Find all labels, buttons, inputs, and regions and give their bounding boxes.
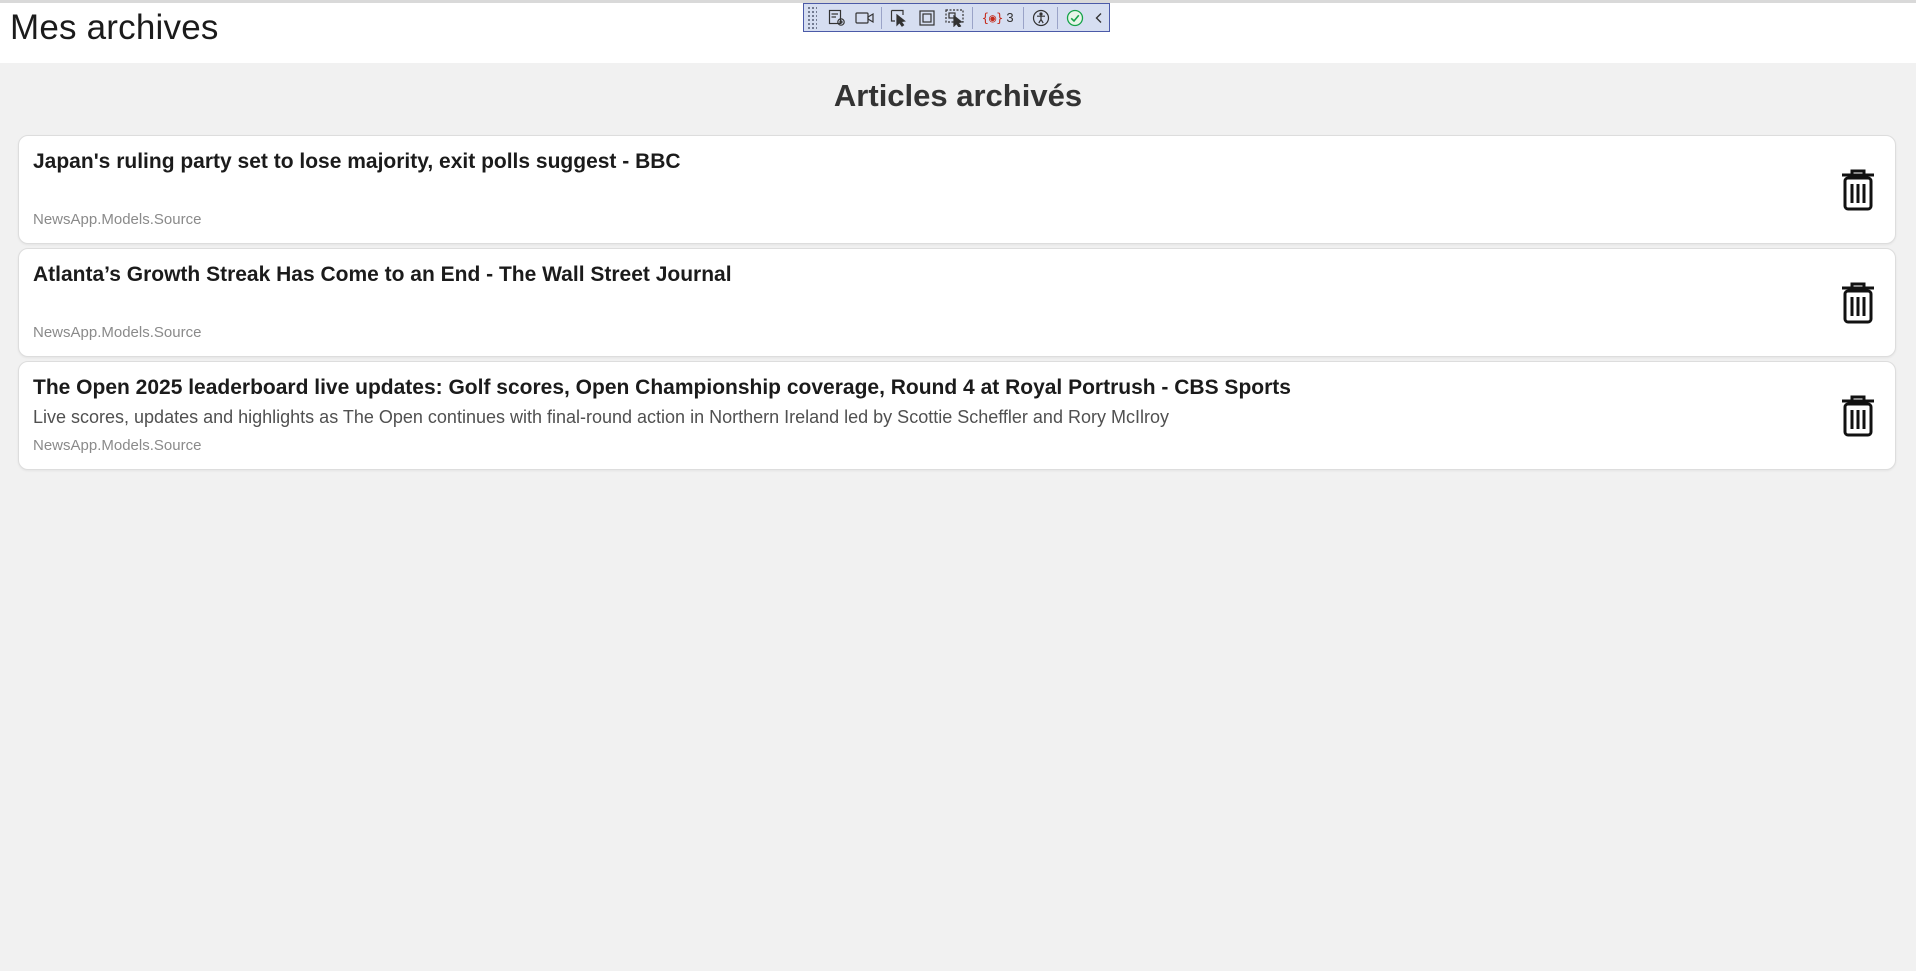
article-source: NewsApp.Models.Source xyxy=(33,211,202,228)
binding-failures-counter[interactable]: {◉} 3 xyxy=(976,10,1020,25)
binding-error-icon: {◉} xyxy=(981,10,1004,25)
article-description: Live scores, updates and highlights as T… xyxy=(33,407,1169,427)
trash-icon xyxy=(1842,282,1874,324)
track-focused-element-icon[interactable] xyxy=(941,5,969,30)
app-title: Mes archives xyxy=(10,8,219,47)
delete-article-button[interactable] xyxy=(1837,167,1879,213)
binding-error-count: 3 xyxy=(1006,10,1014,25)
trash-icon xyxy=(1842,169,1874,211)
article-card[interactable]: The Open 2025 leaderboard live updates: … xyxy=(18,361,1896,470)
collapse-toolbar-chevron-icon[interactable] xyxy=(1089,5,1109,30)
hot-reload-ok-icon[interactable] xyxy=(1061,5,1089,30)
toolbar-grip-handle[interactable] xyxy=(807,6,817,29)
video-camera-icon[interactable] xyxy=(851,5,879,30)
article-card[interactable]: Japan's ruling party set to lose majorit… xyxy=(18,135,1896,244)
delete-article-button[interactable] xyxy=(1837,280,1879,326)
trash-icon xyxy=(1842,395,1874,437)
toolbar-separator xyxy=(1057,6,1059,29)
page-heading: Articles archivés xyxy=(833,78,1083,113)
article-title: Atlanta’s Growth Streak Has Come to an E… xyxy=(33,263,732,286)
article-source: NewsApp.Models.Source xyxy=(33,324,202,341)
article-source: NewsApp.Models.Source xyxy=(33,437,202,454)
xaml-debug-toolbar: {◉} 3 xyxy=(803,3,1110,32)
select-element-icon[interactable] xyxy=(885,5,913,30)
article-title: Japan's ruling party set to lose majorit… xyxy=(33,150,681,173)
article-title: The Open 2025 leaderboard live updates: … xyxy=(33,376,1291,399)
archived-articles-list: Japan's ruling party set to lose majorit… xyxy=(18,135,1896,474)
display-layout-adorners-icon[interactable] xyxy=(913,5,941,30)
toolbar-separator xyxy=(971,6,973,29)
accessibility-icon[interactable] xyxy=(1027,5,1055,30)
toolbar-separator xyxy=(881,6,883,29)
article-card[interactable]: Atlanta’s Growth Streak Has Come to an E… xyxy=(18,248,1896,357)
delete-article-button[interactable] xyxy=(1837,393,1879,439)
toolbar-separator xyxy=(1022,6,1024,29)
live-visual-tree-icon[interactable] xyxy=(823,5,851,30)
